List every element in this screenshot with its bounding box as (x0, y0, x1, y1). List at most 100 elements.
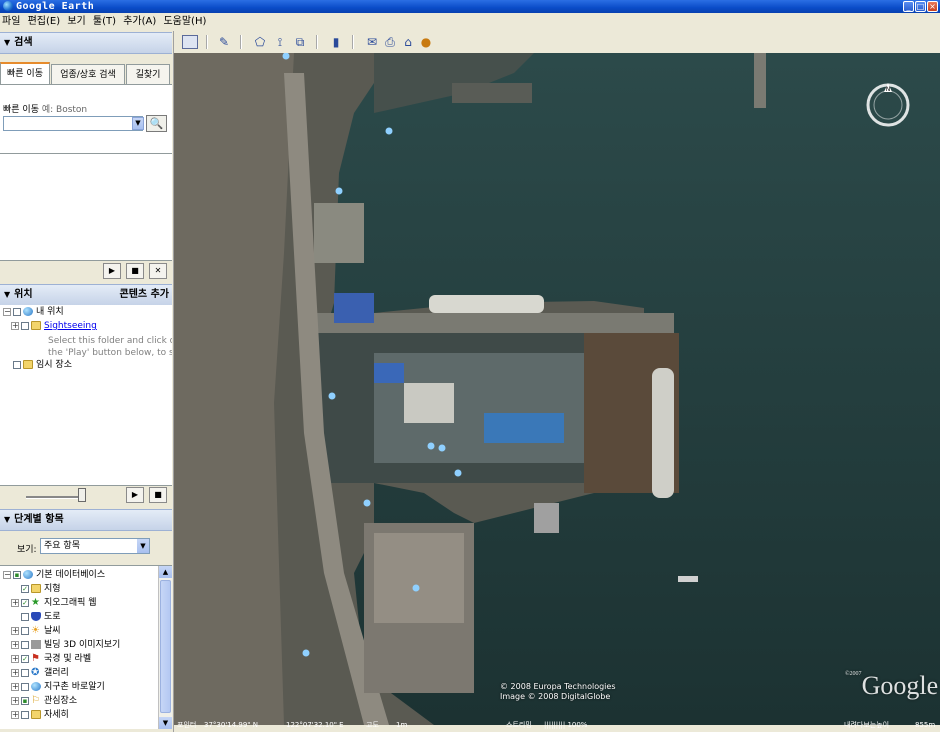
maximize-button[interactable]: □ (915, 1, 926, 12)
play-tour-button[interactable]: ▶ (103, 263, 121, 279)
menu-file[interactable]: 파일 (0, 13, 22, 30)
view-select[interactable]: 주요 항목 ▼ (40, 538, 150, 554)
search-panel-header[interactable]: ▼ 검색 (0, 32, 172, 54)
checkbox[interactable] (21, 682, 29, 691)
building-icon (31, 640, 41, 649)
star-icon: ★ (31, 597, 40, 608)
layer-weather[interactable]: + ☀ 날씨 (11, 624, 61, 638)
add-image-overlay-icon[interactable]: ⧉ (292, 35, 308, 49)
stop-tour-button[interactable]: ■ (126, 263, 144, 279)
menu-tools[interactable]: 툴(T) (91, 13, 118, 30)
clear-results-button[interactable]: ✕ (149, 263, 167, 279)
layer-label: 국경 및 라벨 (44, 654, 92, 664)
search-input[interactable] (3, 116, 143, 131)
checkbox[interactable]: ✓ (21, 584, 29, 593)
expand-toggle-icon[interactable]: + (11, 321, 19, 330)
checkbox[interactable] (21, 626, 29, 635)
scrollbar-thumb[interactable] (160, 580, 171, 713)
expand-toggle-icon[interactable]: + (11, 710, 19, 719)
eye-altitude-label: 내려다보는높이 (844, 721, 890, 729)
pin-flag-icon: ⚐ (31, 695, 40, 706)
tour-speed-slider[interactable] (78, 488, 86, 502)
checkbox[interactable]: ✓ (21, 598, 29, 607)
layer-label: 지형 (44, 584, 61, 594)
layers-scrollbar[interactable]: ▲ ▼ (158, 566, 172, 729)
collapse-toggle-icon[interactable]: − (3, 307, 11, 316)
checkbox[interactable] (13, 307, 21, 316)
search-history-dropdown[interactable]: ▼ (132, 117, 144, 130)
search-results[interactable] (0, 153, 172, 261)
tab-directions[interactable]: 길찾기 (126, 64, 170, 84)
tab-local-search[interactable]: 업종/상호 검색 (51, 64, 125, 84)
checkbox[interactable] (21, 710, 29, 719)
tour-speed-slider-track (26, 496, 86, 499)
layer-global-awareness[interactable]: + 지구촌 바로알기 (11, 680, 105, 694)
layer-more[interactable]: + 자세히 (11, 708, 69, 722)
email-icon[interactable]: ✉ (364, 35, 380, 49)
add-path-icon[interactable]: ⟟ (272, 35, 288, 49)
sightseeing-link[interactable]: Sightseeing (44, 321, 97, 331)
ruler-icon[interactable]: ▮ (328, 35, 344, 49)
checkbox[interactable] (21, 640, 29, 649)
checkbox[interactable]: ▪ (21, 696, 29, 705)
menu-edit[interactable]: 편집(E) (26, 13, 63, 30)
expand-toggle-icon[interactable]: + (11, 682, 19, 691)
layers-tree: − ▪ 기본 데이터베이스 ✓ 지형 + ✓ ★ 지오그래픽 웹 도로 + ☀ 날씨 + 빌딩 3… (0, 565, 172, 729)
expand-toggle-icon[interactable]: + (11, 626, 19, 635)
layer-3d-buildings[interactable]: + 빌딩 3D 이미지보기 (11, 638, 120, 652)
expand-toggle-icon[interactable]: + (11, 654, 19, 663)
play-tour-button-2[interactable]: ▶ (126, 487, 144, 503)
window-title: Google Earth (16, 1, 95, 12)
checkbox[interactable] (21, 321, 29, 330)
folder-icon (31, 710, 41, 719)
add-placemark-icon[interactable]: ✎ (216, 35, 232, 49)
tree-item-temporary-places[interactable]: 임시 장소 (3, 358, 72, 372)
google-maps-icon[interactable]: ⌂ (400, 35, 416, 49)
minimize-button[interactable]: _ (903, 1, 914, 12)
layer-terrain[interactable]: ✓ 지형 (11, 582, 61, 596)
close-button[interactable]: × (927, 1, 938, 12)
places-panel-header[interactable]: ▼ 위치 콘텐츠 추가 (0, 284, 172, 306)
layer-gallery[interactable]: + ✪ 갤러리 (11, 666, 69, 680)
expand-toggle-icon[interactable]: + (11, 598, 19, 607)
layer-geographic-web[interactable]: + ✓ ★ 지오그래픽 웹 (11, 596, 97, 610)
checkbox[interactable] (13, 360, 21, 369)
layer-primary-database[interactable]: − ▪ 기본 데이터베이스 (3, 568, 105, 582)
layer-label: 자세히 (44, 710, 69, 720)
road-shield-icon (31, 612, 41, 621)
globe-icon (31, 682, 41, 691)
expand-toggle-icon[interactable]: + (11, 640, 19, 649)
logo-text: Google (861, 671, 939, 700)
navigation-compass-icon[interactable]: N (863, 80, 913, 130)
checkbox[interactable] (21, 668, 29, 677)
layer-roads[interactable]: 도로 (11, 610, 61, 624)
checkbox[interactable]: ✓ (21, 654, 29, 663)
imagery-copyright: © 2008 Europa Technologies Image © 2008 … (500, 682, 616, 702)
sidebar-toggle-icon[interactable] (182, 35, 198, 49)
menu-help[interactable]: 도움말(H) (161, 13, 208, 30)
stop-tour-button-2[interactable]: ■ (149, 487, 167, 503)
expand-toggle-icon[interactable]: + (11, 668, 19, 677)
sky-switch-icon[interactable]: ● (418, 35, 434, 49)
tab-fly-to[interactable]: 빠른 이동 (0, 62, 50, 84)
menu-add[interactable]: 추가(A) (121, 13, 158, 30)
map-viewport[interactable] (174, 53, 940, 725)
layer-borders-labels[interactable]: + ✓ ⚑ 국경 및 라벨 (11, 652, 91, 666)
menu-bar: 파일 편집(E) 보기 툴(T) 추가(A) 도움말(H) (0, 13, 940, 30)
collapse-toggle-icon[interactable]: − (3, 570, 11, 579)
checkbox[interactable]: ▪ (13, 570, 21, 579)
expand-toggle-icon[interactable]: + (11, 696, 19, 705)
scroll-down-icon[interactable]: ▼ (159, 717, 172, 729)
add-polygon-icon[interactable]: ⬠ (252, 35, 268, 49)
scroll-up-icon[interactable]: ▲ (159, 566, 172, 578)
globe-icon (23, 307, 33, 316)
checkbox[interactable] (21, 612, 29, 621)
menu-view[interactable]: 보기 (65, 13, 87, 30)
search-button[interactable]: 🔍 (146, 115, 167, 132)
add-content-button[interactable]: 콘텐츠 추가 (120, 285, 169, 305)
tree-item-sightseeing[interactable]: + Sightseeing (11, 319, 97, 333)
print-icon[interactable]: ⎙ (382, 35, 398, 49)
tree-item-my-places[interactable]: − 내 위치 (3, 305, 64, 319)
layers-panel-header[interactable]: ▼ 단계별 항목 (0, 509, 172, 531)
layer-places-of-interest[interactable]: + ▪ ⚐ 관심장소 (11, 694, 77, 708)
